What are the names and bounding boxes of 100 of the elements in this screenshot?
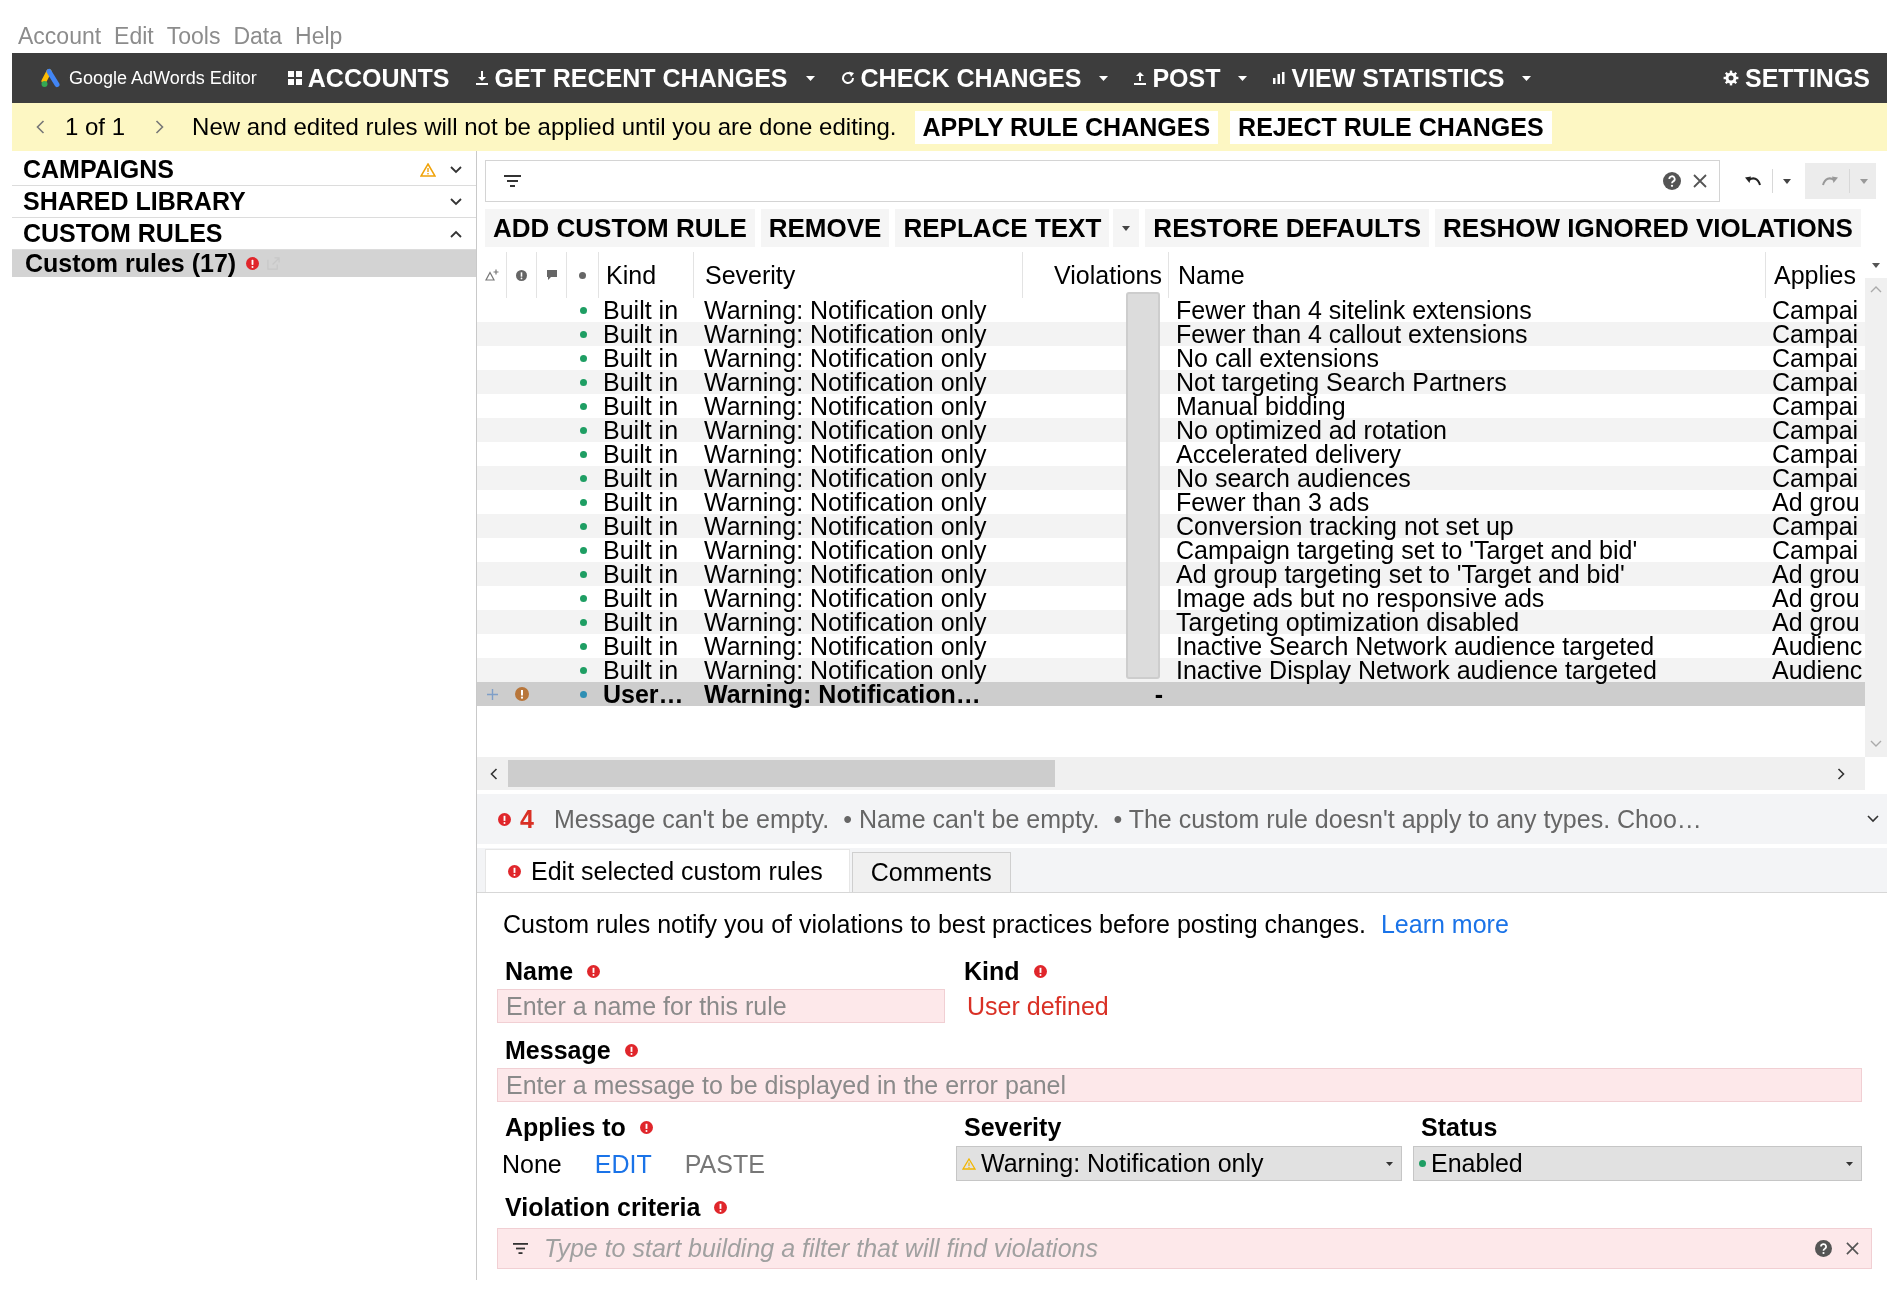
table-cell: Built in [603, 538, 679, 562]
chevron-down-icon[interactable] [450, 197, 462, 206]
action-button[interactable]: RESTORE DEFAULTS [1145, 209, 1430, 247]
action-button[interactable]: REPLACE TEXT [895, 209, 1110, 247]
action-button[interactable]: ADD CUSTOM RULE [485, 209, 755, 247]
warning-icon [962, 1157, 976, 1170]
sidebar-item[interactable]: Custom rules (17) [12, 250, 476, 277]
table-cell: Built in [603, 442, 679, 466]
caret-icon[interactable] [1099, 75, 1109, 81]
table-cell: Fewer than 4 callout extensions [1176, 322, 1528, 346]
scroll-left-icon[interactable] [490, 767, 498, 780]
scroll-right-icon[interactable] [1837, 767, 1845, 780]
table-cell: Built in [603, 418, 679, 442]
undo-icon [1744, 175, 1762, 187]
logo-icon [40, 68, 62, 88]
table-cell: Conversion tracking not set up [1176, 514, 1514, 538]
caret-icon[interactable] [1238, 75, 1248, 81]
help-icon[interactable] [1815, 1240, 1832, 1257]
chevron-down-icon[interactable] [450, 165, 462, 174]
action-button[interactable]: RESHOW IGNORED VIOLATIONS [1435, 209, 1861, 247]
error-count: 4 [520, 804, 534, 834]
status-dropdown[interactable]: Enabled [1413, 1146, 1862, 1181]
chevron-left-icon[interactable] [36, 120, 45, 134]
caret-icon[interactable] [1783, 178, 1791, 184]
tab[interactable]: Comments [851, 852, 1011, 892]
table-cell: - [1154, 682, 1163, 706]
settings-button[interactable]: SETTINGS [1723, 63, 1870, 93]
horizontal-scrollbar[interactable] [477, 757, 1865, 790]
chevron-up-icon[interactable] [450, 229, 462, 238]
criteria-filter-field[interactable]: Type to start building a filter that will find violations [497, 1228, 1872, 1269]
status-dot-icon [1419, 1160, 1426, 1167]
field-label: Status [1421, 1113, 1498, 1142]
pager-text: 1 of 1 [65, 113, 126, 141]
rule-changes-button[interactable]: APPLY RULE CHANGES [914, 110, 1219, 144]
error-icon [498, 812, 511, 826]
sidebar-section-header[interactable]: SHARED LIBRARY [12, 186, 476, 218]
field-label: Name [505, 957, 574, 986]
error-message: Message can't be empty. [553, 804, 830, 834]
rule-changes-button[interactable]: REJECT RULE CHANGES [1230, 110, 1552, 144]
caret-icon[interactable] [1872, 262, 1880, 268]
table-cell: Built in [603, 490, 679, 514]
scroll-thumb[interactable] [508, 760, 1055, 787]
toolbar-button[interactable]: CHECK CHANGES [840, 63, 1082, 93]
table-cell: Built in [603, 322, 679, 346]
table-cell: Not targeting Search Partners [1176, 370, 1507, 394]
tab[interactable]: Edit selected custom rules [485, 849, 850, 892]
severity-dropdown[interactable]: Warning: Notification only [956, 1146, 1402, 1181]
field-label: Violation criteria [505, 1193, 701, 1222]
toolbar-button[interactable]: POST [1134, 63, 1221, 93]
column-header[interactable]: Kind [606, 260, 657, 290]
kind-value: User defined [967, 991, 1109, 1021]
learn-more-link[interactable]: Learn more [1380, 909, 1509, 939]
table-cell: Campai [1772, 298, 1859, 322]
column-header[interactable]: Name [1178, 260, 1245, 290]
caret-icon [1846, 1161, 1853, 1166]
upload-icon [1134, 71, 1147, 85]
settings-icon [1723, 70, 1739, 86]
applies-link[interactable]: EDIT [594, 1150, 652, 1179]
exclamation-icon [516, 269, 527, 281]
refresh-icon [840, 71, 855, 85]
caret-icon[interactable] [1522, 75, 1532, 81]
column-header[interactable]: Severity [705, 260, 796, 290]
column-header[interactable]: Violations [1054, 260, 1162, 290]
comment-icon [546, 270, 557, 280]
sidebar-section-header[interactable]: CAMPAIGNS [12, 154, 476, 186]
applies-value: None [502, 1150, 562, 1179]
name-input[interactable]: Enter a name for this rule [497, 989, 945, 1023]
table-cell: Built in [603, 586, 679, 610]
table-row[interactable]: Built in Warning: Notification only Fewer than 4 sitelink extensions Campai [477, 298, 1865, 322]
table-cell: Built in [603, 370, 679, 394]
table-cell: Built in [603, 610, 679, 634]
chevron-right-icon[interactable] [155, 120, 165, 134]
table-cell: Built in [603, 346, 679, 370]
app-name: Google AdWords Editor [69, 67, 257, 89]
column-header[interactable]: Applies [1774, 260, 1856, 290]
chevron-down-icon[interactable] [1867, 815, 1879, 823]
toolbar-button[interactable]: GET RECENT CHANGES [476, 63, 788, 93]
help-icon[interactable] [1663, 172, 1681, 190]
triangle-plus-icon [484, 269, 499, 281]
close-icon[interactable] [1846, 1242, 1859, 1255]
toolbar-button[interactable]: ACCOUNTS [287, 63, 450, 93]
table-cell: Built in [603, 466, 679, 490]
table-cell: Fewer than 4 sitelink extensions [1176, 298, 1532, 322]
field-label: Severity [964, 1113, 1062, 1142]
dot-icon [579, 271, 586, 279]
toolbar-button[interactable]: VIEW STATISTICS [1273, 63, 1505, 93]
description-text: Custom rules notify you of violations to best practices before posting changes. [503, 909, 1366, 939]
table-cell: Built in [603, 658, 679, 682]
table-cell: Built in [603, 634, 679, 658]
field-label: Applies to [505, 1113, 626, 1142]
table-cell: No call extensions [1176, 346, 1379, 370]
action-button[interactable]: REMOVE [760, 209, 890, 247]
caret-icon[interactable] [805, 75, 815, 81]
redo-icon [1821, 175, 1839, 187]
table-cell: Built in [603, 298, 679, 322]
table-cell: Built in [603, 562, 679, 586]
table-cell: Fewer than 3 ads [1176, 490, 1370, 514]
filter-field[interactable] [485, 160, 1720, 202]
close-icon[interactable] [1693, 174, 1707, 188]
message-input[interactable]: Enter a message to be displayed in the error panel [497, 1068, 1862, 1102]
